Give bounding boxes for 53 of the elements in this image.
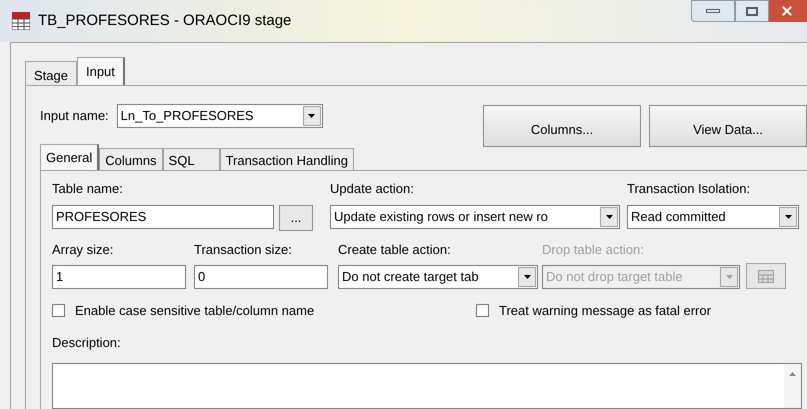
tab[interactable]: Transaction Handling bbox=[220, 148, 354, 170]
text-field[interactable]: 0 bbox=[194, 265, 328, 289]
dropdown[interactable]: Read committed bbox=[627, 204, 799, 228]
field-label: Description: bbox=[52, 334, 121, 350]
description-field[interactable] bbox=[52, 362, 802, 409]
dropdown-arrow-icon bbox=[308, 114, 316, 118]
dropdown-value: Do not drop target table bbox=[545, 268, 684, 286]
table-icon bbox=[758, 270, 774, 282]
field-label: Transaction size: bbox=[194, 240, 293, 258]
app-icon bbox=[12, 12, 30, 30]
tab[interactable]: Input bbox=[76, 57, 125, 85]
tab[interactable]: Stage bbox=[25, 61, 77, 85]
minimize-button[interactable] bbox=[691, 0, 735, 22]
dropdown-arrow-icon bbox=[784, 214, 792, 218]
dropdown-button[interactable] bbox=[600, 206, 618, 226]
tab[interactable]: Columns bbox=[99, 148, 163, 170]
dropdown-value: Update existing rows or insert new ro bbox=[333, 208, 549, 226]
field-label: Table name: bbox=[52, 180, 124, 198]
dropdown-value: Read committed bbox=[630, 208, 727, 226]
dropdown-button[interactable] bbox=[518, 267, 536, 287]
field-label: Input name: bbox=[40, 107, 109, 126]
checkbox-label: Treat warning message as fatal error bbox=[499, 302, 711, 320]
field-label: Create table action: bbox=[338, 240, 452, 258]
close-icon bbox=[781, 5, 793, 17]
push-button[interactable]: Columns... bbox=[483, 105, 641, 147]
tab[interactable]: SQL bbox=[162, 148, 220, 170]
dropdown[interactable]: Ln_To_PROFESORES bbox=[116, 104, 323, 128]
dropdown[interactable]: Do not create target tab bbox=[338, 265, 538, 289]
text-field[interactable]: 1 bbox=[52, 265, 186, 289]
checkbox[interactable] bbox=[476, 304, 489, 318]
dropdown-arrow-icon bbox=[726, 275, 732, 279]
dropdown-button[interactable] bbox=[302, 106, 321, 126]
field-label: Array size: bbox=[52, 240, 114, 259]
dropdown-value: Do not create target tab bbox=[341, 268, 480, 286]
dropdown-value: Ln_To_PROFESORES bbox=[120, 107, 255, 126]
checkbox-label: Enable case sensitive table/column name bbox=[75, 302, 314, 320]
push-button[interactable]: View Data... bbox=[649, 105, 807, 147]
dropdown[interactable]: Update existing rows or insert new ro bbox=[330, 204, 620, 228]
scroll-up-arrow-icon bbox=[789, 372, 796, 376]
window-title: TB_PROFESORES - ORAOCI9 stage bbox=[38, 12, 292, 30]
field-label: Transaction Isolation: bbox=[627, 180, 752, 198]
browse-button[interactable]: ... bbox=[279, 204, 313, 230]
scrollbar[interactable] bbox=[784, 364, 801, 408]
checkbox[interactable] bbox=[52, 304, 65, 318]
dropdown-button[interactable] bbox=[779, 206, 797, 226]
close-button[interactable] bbox=[769, 0, 807, 22]
dropdown-arrow-icon bbox=[524, 275, 530, 279]
field-label: Drop table action: bbox=[542, 240, 645, 259]
dropdown-arrow-icon bbox=[606, 214, 612, 218]
tab[interactable]: General bbox=[40, 144, 100, 170]
field-label: Update action: bbox=[330, 180, 415, 198]
maximize-button[interactable] bbox=[735, 0, 769, 22]
text-field[interactable]: PROFESORES bbox=[52, 204, 274, 228]
